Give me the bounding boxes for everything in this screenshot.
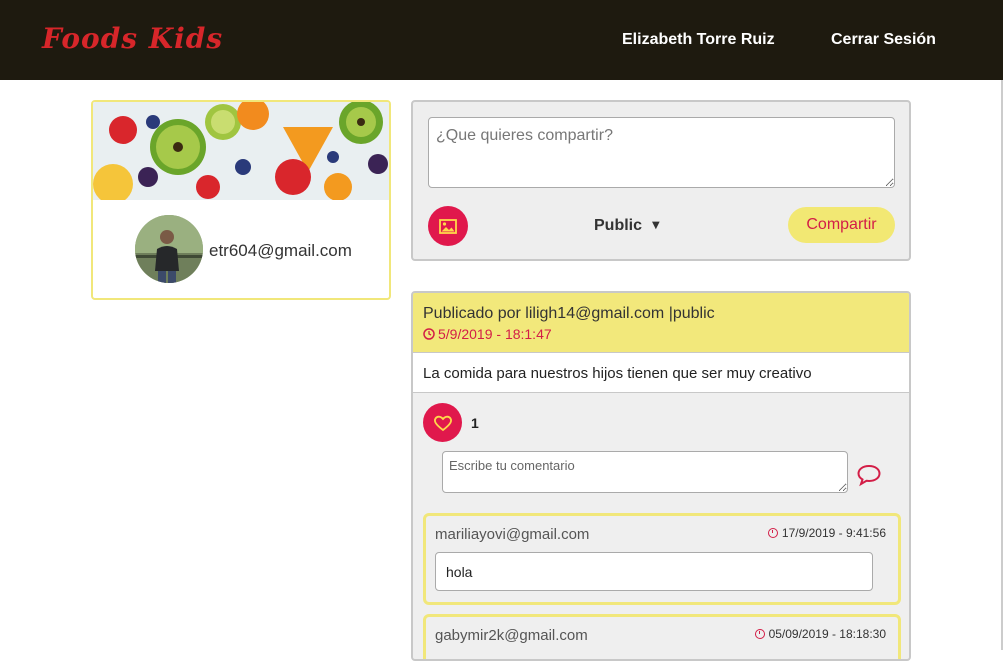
comment-item: mariliayovi@gmail.com 17/9/2019 - 9:41:5…: [423, 513, 901, 605]
cover-image: [93, 102, 389, 200]
comment-item: gabymir2k@gmail.com 05/09/2019 - 18:18:3…: [423, 614, 901, 659]
post-text: La comida para nuestros hijos tienen que…: [423, 365, 812, 382]
comment-author: mariliayovi@gmail.com: [435, 526, 590, 543]
post-author: Publicado por liligh14@gmail.com |public: [423, 305, 715, 322]
post-card: Publicado por liligh14@gmail.com |public…: [411, 291, 911, 661]
share-button[interactable]: Compartir: [788, 207, 895, 243]
post-composer: Public ▼ Compartir: [411, 100, 911, 261]
profile-card: etr604@gmail.com: [91, 100, 391, 300]
clock-icon: [423, 328, 435, 340]
upload-image-button[interactable]: [428, 206, 468, 246]
brand-logo[interactable]: Foods Kids: [42, 22, 223, 55]
comment-text: hola: [435, 552, 873, 591]
logout-link[interactable]: Cerrar Sesión: [831, 31, 936, 49]
avatar[interactable]: [135, 215, 203, 283]
privacy-select[interactable]: Public: [594, 217, 642, 235]
comment-input[interactable]: [442, 451, 848, 493]
image-icon: [439, 218, 457, 234]
profile-email: etr604@gmail.com: [209, 241, 352, 260]
comment-timestamp-text: 05/09/2019 - 18:18:30: [768, 627, 886, 641]
like-button[interactable]: [423, 403, 462, 442]
clock-icon: [767, 528, 778, 538]
comment-timestamp-text: 17/9/2019 - 9:41:56: [781, 526, 886, 540]
post-header: Publicado por liligh14@gmail.com |public…: [413, 293, 909, 353]
comment-timestamp: 17/9/2019 - 9:41:56: [767, 526, 886, 540]
comment-author: gabymir2k@gmail.com: [435, 627, 588, 644]
clock-icon: [754, 629, 765, 639]
top-navbar: Foods Kids Elizabeth Torre Ruiz Cerrar S…: [0, 0, 1003, 80]
heart-icon: [433, 415, 452, 431]
nav-user-name[interactable]: Elizabeth Torre Ruiz: [622, 31, 775, 49]
post-body: La comida para nuestros hijos tienen que…: [413, 353, 909, 393]
comment-timestamp: 05/09/2019 - 18:18:30: [754, 627, 886, 641]
post-timestamp-text: 5/9/2019 - 18:1:47: [438, 326, 552, 342]
comment-icon[interactable]: [856, 463, 882, 487]
post-timestamp: 5/9/2019 - 18:1:47: [423, 326, 552, 342]
share-input[interactable]: [428, 117, 895, 188]
chevron-down-icon: ▼: [652, 220, 660, 231]
like-count: 1: [471, 415, 479, 431]
